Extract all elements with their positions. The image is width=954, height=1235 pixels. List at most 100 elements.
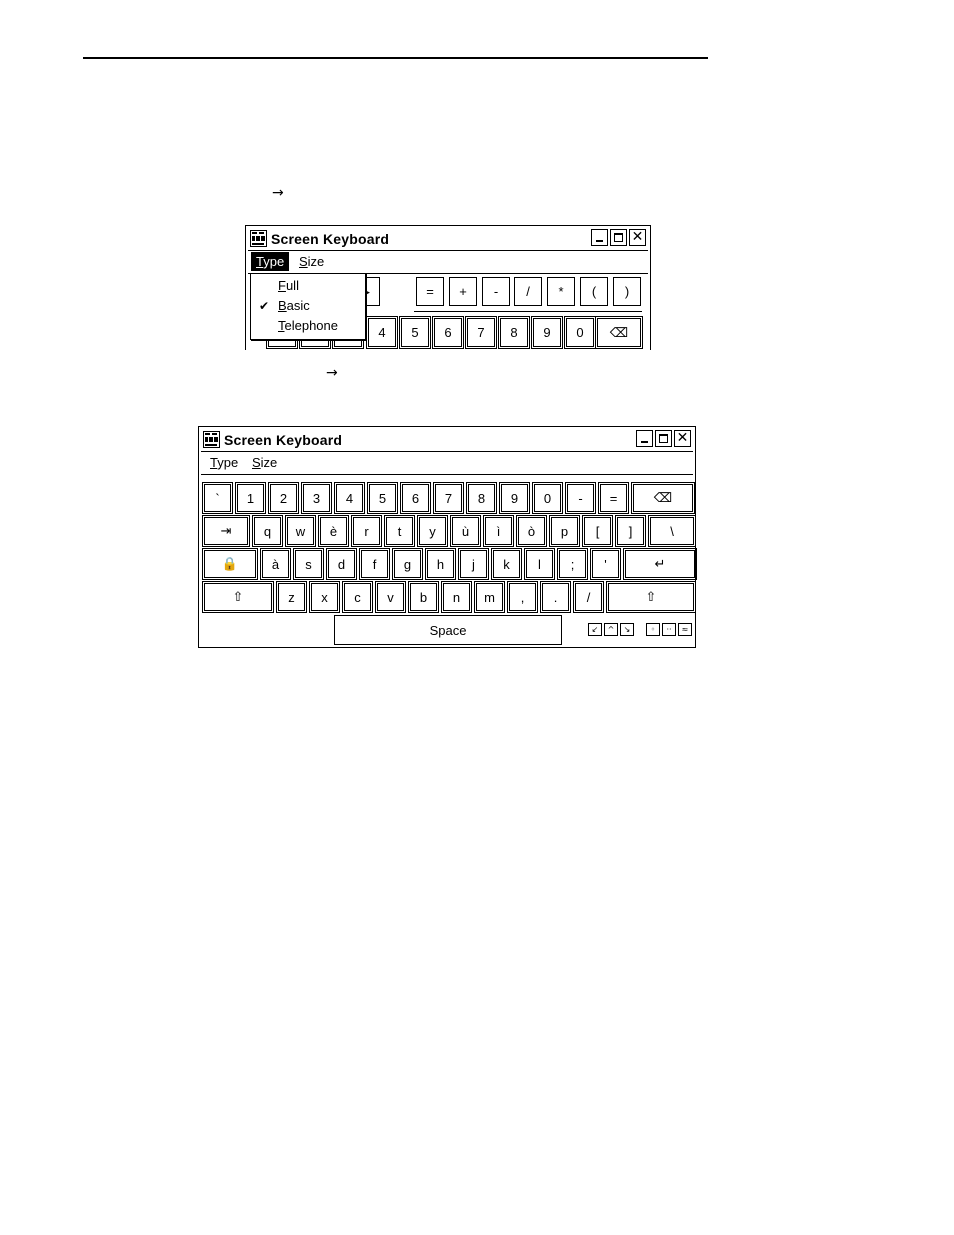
close-button[interactable]: ✕ <box>629 229 646 246</box>
key[interactable]: = <box>416 277 444 306</box>
key[interactable]: , <box>507 581 538 613</box>
key[interactable]: f <box>359 548 390 580</box>
key[interactable]: ( <box>580 277 608 306</box>
key[interactable]: * <box>547 277 575 306</box>
key[interactable]: w <box>285 515 316 547</box>
key[interactable]: v <box>375 581 406 613</box>
key[interactable]: 0 <box>564 316 596 349</box>
key[interactable]: n <box>441 581 472 613</box>
backspace-key[interactable]: ⌫ <box>631 482 695 514</box>
key[interactable]: 1 <box>235 482 266 514</box>
title-bar[interactable]: Screen Keyboard ✕ <box>201 429 693 452</box>
maximize-button[interactable] <box>655 430 672 447</box>
size-small-button[interactable]: ◦ <box>646 623 660 636</box>
key[interactable]: 7 <box>465 316 497 349</box>
key[interactable]: r <box>351 515 382 547</box>
key[interactable]: b <box>408 581 439 613</box>
key[interactable]: ò <box>516 515 547 547</box>
enter-key[interactable]: ↵ <box>623 548 697 580</box>
minimize-button[interactable] <box>591 229 608 246</box>
backspace-key[interactable]: ⌫ <box>595 316 643 349</box>
key[interactable]: z <box>276 581 307 613</box>
key[interactable]: à <box>260 548 291 580</box>
key[interactable]: [ <box>582 515 613 547</box>
dock-top-button[interactable]: ^ <box>604 623 618 636</box>
key[interactable]: 9 <box>499 482 530 514</box>
option-mnemonic: F <box>278 278 286 293</box>
key[interactable]: p <box>549 515 580 547</box>
type-dropdown-menu: Full ✔ Basic Telephone <box>250 273 366 340</box>
key[interactable]: 9 <box>531 316 563 349</box>
key[interactable]: ; <box>557 548 588 580</box>
key[interactable]: l <box>524 548 555 580</box>
key[interactable]: t <box>384 515 415 547</box>
key[interactable]: - <box>565 482 596 514</box>
menu-option-telephone[interactable]: Telephone <box>278 316 338 336</box>
key[interactable]: m <box>474 581 505 613</box>
key[interactable]: 6 <box>432 316 464 349</box>
menu-label: ize <box>260 455 278 470</box>
key[interactable]: k <box>491 548 522 580</box>
key[interactable]: q <box>252 515 283 547</box>
space-key[interactable]: Space <box>334 615 562 645</box>
key[interactable]: ì <box>483 515 514 547</box>
key[interactable]: c <box>342 581 373 613</box>
key[interactable]: + <box>449 277 477 306</box>
key[interactable]: s <box>293 548 324 580</box>
caps-lock-key[interactable]: 🔒 <box>202 548 258 580</box>
key[interactable]: h <box>425 548 456 580</box>
menu-size[interactable]: Size <box>294 252 329 271</box>
menu-type[interactable]: Type <box>251 252 290 271</box>
key[interactable]: 8 <box>498 316 530 349</box>
close-button[interactable]: ✕ <box>674 430 691 447</box>
key[interactable]: j <box>458 548 489 580</box>
key[interactable]: 4 <box>366 316 398 349</box>
menu-label-mnemonic: S <box>299 254 308 269</box>
size-large-button[interactable]: ≈ <box>678 623 692 636</box>
dock-bottom-left-button[interactable]: ↙ <box>588 623 602 636</box>
menu-bar: Type Size <box>248 251 648 274</box>
menu-size[interactable]: Size <box>247 453 282 472</box>
size-medium-button[interactable]: ·· <box>662 623 676 636</box>
key[interactable]: 2 <box>268 482 299 514</box>
key[interactable]: 8 <box>466 482 497 514</box>
key[interactable]: ] <box>615 515 646 547</box>
key[interactable]: ' <box>590 548 621 580</box>
right-shift-key[interactable]: ⇧ <box>606 581 696 613</box>
key[interactable]: 5 <box>399 316 431 349</box>
key[interactable]: = <box>598 482 629 514</box>
menu-option-basic[interactable]: Basic <box>278 296 310 316</box>
menu-type[interactable]: Type <box>205 453 243 472</box>
key[interactable]: 5 <box>367 482 398 514</box>
key[interactable]: g <box>392 548 423 580</box>
key[interactable]: d <box>326 548 357 580</box>
menu-label: ize <box>307 254 325 269</box>
dock-bottom-right-button[interactable]: ↘ <box>620 623 634 636</box>
option-label: ull <box>285 278 299 293</box>
left-shift-key[interactable]: ⇧ <box>202 581 274 613</box>
key[interactable]: . <box>540 581 571 613</box>
key[interactable]: ` <box>202 482 233 514</box>
arrow-icon: → <box>272 185 284 201</box>
minimize-button[interactable] <box>636 430 653 447</box>
menu-option-full[interactable]: Full <box>278 276 299 296</box>
title-bar[interactable]: Screen Keyboard ✕ <box>248 228 648 251</box>
menu-label-mnemonic: S <box>252 455 261 470</box>
key[interactable]: \ <box>648 515 696 547</box>
key[interactable]: y <box>417 515 448 547</box>
key[interactable]: 4 <box>334 482 365 514</box>
key[interactable]: 3 <box>301 482 332 514</box>
tab-key[interactable]: ⇥ <box>202 515 250 547</box>
key[interactable]: 0 <box>532 482 563 514</box>
key[interactable]: / <box>514 277 542 306</box>
key[interactable]: 7 <box>433 482 464 514</box>
key[interactable]: ) <box>613 277 641 306</box>
key[interactable]: è <box>318 515 349 547</box>
key[interactable]: / <box>573 581 604 613</box>
key[interactable]: ù <box>450 515 481 547</box>
key[interactable]: - <box>482 277 510 306</box>
key[interactable]: 6 <box>400 482 431 514</box>
key[interactable]: x <box>309 581 340 613</box>
menu-label: ype <box>263 254 285 269</box>
maximize-button[interactable] <box>610 229 627 246</box>
